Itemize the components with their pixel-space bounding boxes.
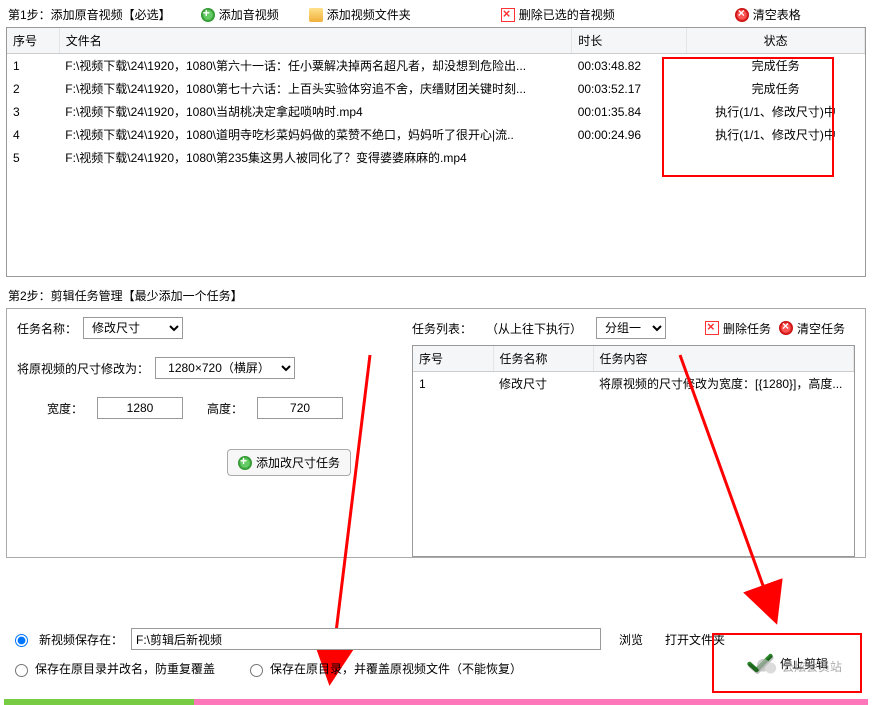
table-row[interactable]: 1F:\视频下载\24\1920，1080\第六十一话：任小粟解决掉两名超凡者，… — [7, 54, 865, 78]
task-col-seq[interactable]: 序号 — [413, 346, 493, 372]
save-rename-label: 保存在原目录并改名，防重复覆盖 — [35, 660, 215, 677]
task-list-label: 任务列表： — [412, 320, 472, 337]
table-row[interactable]: 2F:\视频下载\24\1920，1080\第七十六话：上百头实验体穷追不舍，庆… — [7, 77, 865, 100]
delete-task-button[interactable]: 删除任务 — [705, 320, 771, 337]
save-overwrite-label: 保存在原目录，并覆盖原视频文件（不能恢复） — [270, 660, 522, 677]
resize-preset-select[interactable]: 1280×720（横屏） — [155, 357, 295, 379]
folder-icon — [309, 8, 323, 22]
task-name-label: 任务名称： — [17, 320, 77, 337]
delete-icon — [705, 321, 719, 335]
task-col-name[interactable]: 任务名称 — [493, 346, 593, 372]
height-input[interactable] — [257, 397, 343, 419]
watermark: 云炫会员站 — [756, 657, 842, 675]
file-table[interactable]: 序号 文件名 时长 状态 1F:\视频下载\24\1920，1080\第六十一话… — [6, 27, 866, 277]
delete-icon — [501, 8, 515, 22]
clear-table-label: 清空表格 — [753, 6, 801, 23]
col-name-header[interactable]: 文件名 — [59, 28, 571, 54]
clear-tasks-button[interactable]: 清空任务 — [779, 320, 845, 337]
step1-label: 第1步：添加原音视频【必选】 — [8, 6, 171, 23]
table-row[interactable]: 1修改尺寸将原视频的尺寸修改为宽度：[{1280}]，高度... — [413, 372, 854, 396]
height-label: 高度： — [207, 400, 243, 417]
table-row[interactable]: 5F:\视频下载\24\1920，1080\第235集这男人被同化了？变得婆婆麻… — [7, 146, 865, 169]
watermark-text: 云炫会员站 — [782, 658, 842, 675]
plus-icon — [201, 8, 215, 22]
task-name-select[interactable]: 修改尺寸 — [83, 317, 183, 339]
delete-selected-button[interactable]: 删除已选的音视频 — [501, 6, 615, 23]
resize-label: 将原视频的尺寸修改为： — [17, 360, 149, 377]
wechat-icon — [756, 657, 778, 675]
table-row[interactable]: 4F:\视频下载\24\1920，1080\道明寺吃杉菜妈妈做的菜赞不绝口，妈妈… — [7, 123, 865, 146]
clear-icon — [735, 8, 749, 22]
save-overwrite-radio[interactable] — [250, 664, 263, 677]
add-folder-label: 添加视频文件夹 — [327, 6, 411, 23]
add-task-label: 添加改尺寸任务 — [256, 454, 340, 471]
add-av-label: 添加音视频 — [219, 6, 279, 23]
save-new-radio[interactable] — [15, 634, 28, 647]
plus-icon — [238, 456, 252, 470]
step2-label: 第2步：剪辑任务管理【最少添加一个任务】 — [0, 277, 872, 308]
add-resize-task-button[interactable]: 添加改尺寸任务 — [227, 449, 351, 476]
width-label: 宽度： — [47, 400, 83, 417]
task-col-content[interactable]: 任务内容 — [593, 346, 854, 372]
delete-selected-label: 删除已选的音视频 — [519, 6, 615, 23]
browse-button[interactable]: 浏览 — [609, 629, 653, 650]
save-rename-radio[interactable] — [15, 664, 28, 677]
progress-bar — [4, 699, 868, 705]
col-dur-header[interactable]: 时长 — [572, 28, 687, 54]
delete-task-label: 删除任务 — [723, 320, 771, 337]
width-input[interactable] — [97, 397, 183, 419]
save-path-input[interactable] — [131, 628, 601, 650]
table-row[interactable]: 3F:\视频下载\24\1920，1080\当胡桃决定拿起唢呐时.mp400:0… — [7, 100, 865, 123]
clear-icon — [779, 321, 793, 335]
col-status-header[interactable]: 状态 — [687, 28, 865, 54]
col-seq-header[interactable]: 序号 — [7, 28, 59, 54]
task-list-hint: （从上往下执行） — [486, 320, 582, 337]
clear-table-button[interactable]: 清空表格 — [735, 6, 801, 23]
task-table[interactable]: 序号 任务名称 任务内容 1修改尺寸将原视频的尺寸修改为宽度：[{1280}]，… — [412, 345, 855, 557]
save-new-label: 新视频保存在： — [39, 631, 123, 648]
add-folder-button[interactable]: 添加视频文件夹 — [309, 6, 411, 23]
clear-tasks-label: 清空任务 — [797, 320, 845, 337]
add-av-button[interactable]: 添加音视频 — [201, 6, 279, 23]
group-select[interactable]: 分组一 — [596, 317, 666, 339]
